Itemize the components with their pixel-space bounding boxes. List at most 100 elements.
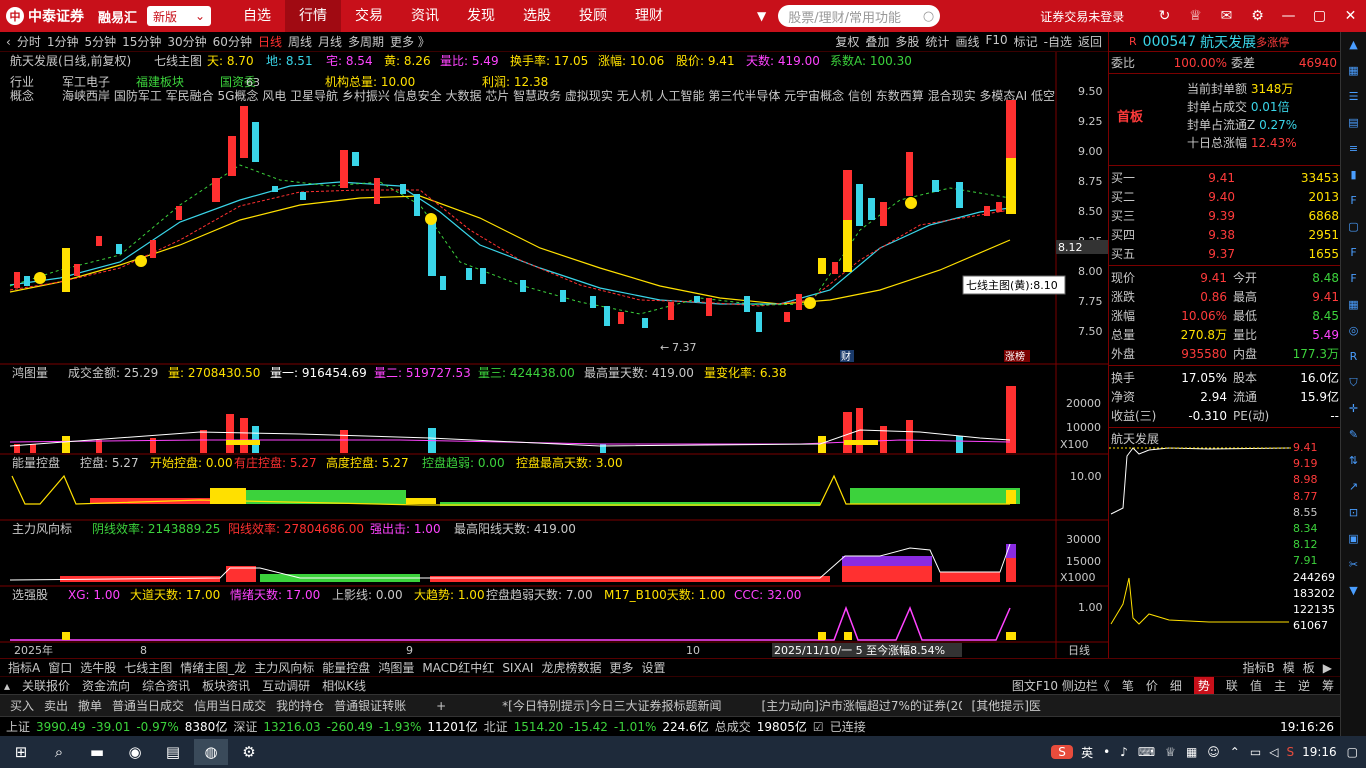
- rp-tab[interactable]: 价: [1146, 677, 1158, 694]
- tab-zijin[interactable]: 资金流向: [82, 677, 130, 694]
- tab-mo[interactable]: 模: [1283, 659, 1295, 676]
- nav-zixuan[interactable]: 自选: [229, 0, 285, 32]
- f10-icon[interactable]: F: [1341, 188, 1366, 214]
- buy-button[interactable]: 买入: [10, 697, 34, 714]
- tab-ban[interactable]: 板: [1303, 659, 1315, 676]
- tab-nengliang[interactable]: 能量控盘: [322, 659, 370, 676]
- trading-app-icon[interactable]: ◍: [194, 739, 228, 765]
- positions-button[interactable]: 我的持仓: [276, 697, 324, 714]
- nav-jiaoyi[interactable]: 交易: [341, 0, 397, 32]
- period-weekly[interactable]: 周线: [288, 33, 312, 50]
- tool-huaxian[interactable]: 画线: [955, 33, 979, 50]
- tab-bankuai[interactable]: 板块资讯: [202, 677, 250, 694]
- tool-fuquan[interactable]: 复权: [835, 33, 859, 50]
- period-1m[interactable]: 1分钟: [47, 33, 79, 50]
- tab-more[interactable]: 更多: [609, 659, 633, 676]
- tool-f10[interactable]: F10: [985, 33, 1007, 50]
- rp-tab-active[interactable]: 势: [1193, 677, 1214, 694]
- sort-icon[interactable]: ⇅: [1341, 448, 1366, 474]
- keyboard-icon[interactable]: ⌨: [1138, 745, 1155, 759]
- bid-row[interactable]: 买四 9.38 2951: [1109, 225, 1340, 244]
- nav-tougu[interactable]: 投顾: [565, 0, 621, 32]
- period-fenshi[interactable]: 分时: [17, 33, 41, 50]
- rp-tab[interactable]: 逆: [1298, 677, 1310, 694]
- play-icon[interactable]: ▶: [1323, 661, 1332, 675]
- bars-icon[interactable]: ≡: [1341, 136, 1366, 162]
- rp-tab[interactable]: 值: [1250, 677, 1262, 694]
- tab-guanlian[interactable]: 关联报价: [22, 677, 70, 694]
- chart-icon[interactable]: ▤: [1341, 110, 1366, 136]
- search-icon[interactable]: ⌕: [42, 739, 76, 765]
- tab-longhu[interactable]: 龙虎榜数据: [541, 659, 601, 676]
- period-daily[interactable]: 日线: [258, 33, 282, 50]
- nav-xuangu[interactable]: 选股: [509, 0, 565, 32]
- tray-clock[interactable]: 19:16: [1302, 745, 1337, 759]
- tab-zonghe[interactable]: 综合资讯: [142, 677, 190, 694]
- tool-app-icon[interactable]: ⚙: [232, 739, 266, 765]
- tab-hongtu[interactable]: 鸿图量: [378, 659, 414, 676]
- refresh-icon[interactable]: ↻: [1149, 8, 1180, 24]
- nav-zixun[interactable]: 资讯: [397, 0, 453, 32]
- x-period[interactable]: 日线: [1068, 643, 1090, 657]
- chevron-up-icon[interactable]: ▲: [1341, 32, 1366, 58]
- close-icon[interactable]: ✕: [1335, 8, 1366, 24]
- chevron-down-icon[interactable]: ▼: [1341, 578, 1366, 604]
- dropdown-icon[interactable]: ▼: [757, 9, 766, 23]
- period-5m[interactable]: 5分钟: [84, 33, 116, 50]
- tab-settings[interactable]: 设置: [641, 659, 665, 676]
- p3-name[interactable]: 主力风向标: [12, 521, 72, 536]
- pen-icon[interactable]: ✎: [1341, 422, 1366, 448]
- tab-zhibiaoB[interactable]: 指标B: [1243, 659, 1275, 676]
- rp-tab[interactable]: 筹: [1322, 677, 1334, 694]
- rsi-icon[interactable]: R: [1341, 344, 1366, 370]
- tab-hudong[interactable]: 互动调研: [262, 677, 310, 694]
- prev-icon[interactable]: ‹: [6, 35, 11, 49]
- tab-xuanniugu[interactable]: 选牛股: [80, 659, 116, 676]
- rp-tab[interactable]: 主: [1274, 677, 1286, 694]
- period-monthly[interactable]: 月线: [318, 33, 342, 50]
- folder-icon[interactable]: ▬: [80, 739, 114, 765]
- minimize-icon[interactable]: —: [1273, 8, 1304, 24]
- settings-icon[interactable]: ⚙: [1242, 8, 1273, 24]
- indicator-name[interactable]: 七线主图: [154, 54, 202, 68]
- tab-window[interactable]: 窗口: [48, 659, 72, 676]
- tab-qixian[interactable]: 七线主图: [124, 659, 172, 676]
- cancel-button[interactable]: 撤单: [78, 697, 102, 714]
- target-icon[interactable]: ◎: [1341, 318, 1366, 344]
- period-60m[interactable]: 60分钟: [213, 33, 252, 50]
- f10-sidebar[interactable]: 图文F10 侧边栏《: [1012, 677, 1110, 694]
- sh-label[interactable]: 上证: [6, 718, 30, 735]
- nav-faxian[interactable]: 发现: [453, 0, 509, 32]
- search-icon[interactable]: ○: [923, 9, 934, 24]
- candle-icon[interactable]: ▮: [1341, 162, 1366, 188]
- ime-logo-icon[interactable]: S: [1051, 745, 1074, 759]
- scissors-icon[interactable]: ✂: [1341, 552, 1366, 578]
- period-15m[interactable]: 15分钟: [122, 33, 161, 50]
- tab-macd[interactable]: MACD红中红: [422, 659, 494, 676]
- tool-zixuan[interactable]: -自选: [1044, 33, 1072, 50]
- news-ticker[interactable]: *[今日特别提示]今日三大证券报标题新闻: [502, 697, 721, 714]
- bid-row[interactable]: 买二 9.40 2013: [1109, 187, 1340, 206]
- mail-icon[interactable]: ✉: [1211, 8, 1242, 24]
- bid-row[interactable]: 买五 9.37 1655: [1109, 244, 1340, 263]
- today-deals-button[interactable]: 普通当日成交: [112, 697, 184, 714]
- p1-name[interactable]: 鸿图量: [12, 366, 48, 380]
- trend-icon[interactable]: ↗: [1341, 474, 1366, 500]
- credit-deals-button[interactable]: 信用当日成交: [194, 697, 266, 714]
- ime-tray-icon[interactable]: S: [1286, 745, 1294, 759]
- tab-fengxiang[interactable]: 主力风向标: [254, 659, 314, 676]
- period-multi[interactable]: 多周期: [348, 33, 384, 50]
- grid-icon[interactable]: ▦: [1341, 58, 1366, 84]
- f10c-icon[interactable]: F: [1341, 266, 1366, 292]
- add-icon[interactable]: +: [436, 699, 446, 713]
- sz-label[interactable]: 深证: [233, 718, 257, 735]
- nav-hangqing[interactable]: 行情: [285, 0, 342, 32]
- bz-label[interactable]: 北证: [484, 718, 508, 735]
- tab-sixai[interactable]: SIXAI: [502, 661, 533, 675]
- shield-icon[interactable]: ⛉: [1341, 370, 1366, 396]
- windows-start-icon[interactable]: ⊞: [4, 739, 38, 765]
- transfer-button[interactable]: 普通银证转账: [334, 697, 406, 714]
- maximize-icon[interactable]: ▢: [1304, 8, 1335, 24]
- bookmark-icon[interactable]: ⊡: [1341, 500, 1366, 526]
- list-icon[interactable]: ☰: [1341, 84, 1366, 110]
